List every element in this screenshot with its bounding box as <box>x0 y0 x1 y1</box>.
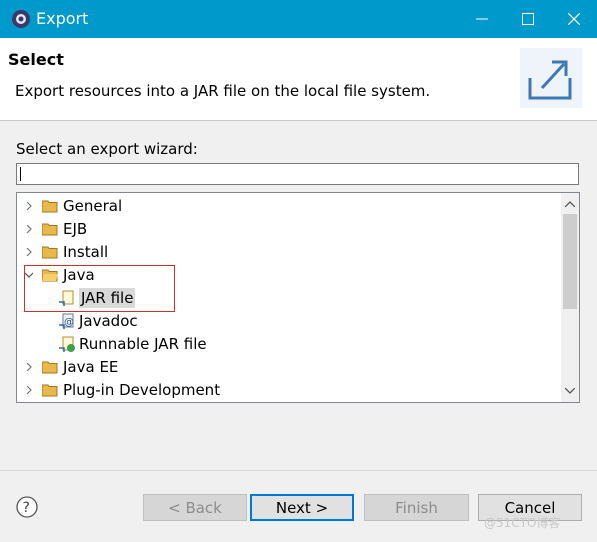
chevron-down-icon <box>565 388 575 394</box>
tree-item-label: EJB <box>63 220 88 238</box>
folder-icon <box>42 200 58 213</box>
chevron-right-icon[interactable] <box>23 246 35 258</box>
wizard-tree[interactable]: General EJB Install Java JAR file @ Java… <box>16 192 580 403</box>
tree-item-ejb[interactable]: EJB <box>23 218 87 240</box>
tree-item-java-ee[interactable]: Java EE <box>23 356 118 378</box>
vertical-scrollbar[interactable] <box>561 193 579 402</box>
minimize-icon <box>476 18 488 20</box>
runnable-jar-icon <box>59 336 75 352</box>
tree-item-label: Plug-in Development <box>63 381 221 399</box>
text-caret <box>20 167 21 181</box>
help-icon[interactable]: ? <box>16 496 38 518</box>
chevron-up-icon <box>565 201 575 207</box>
scroll-down-button[interactable] <box>561 382 579 400</box>
chevron-right-icon[interactable] <box>23 384 35 396</box>
chevron-right-icon[interactable] <box>23 223 35 235</box>
page-description: Export resources into a JAR file on the … <box>15 82 431 100</box>
tree-item-label: General <box>63 197 123 215</box>
page-title: Select <box>8 50 64 69</box>
tree-item-javadoc[interactable]: @ Javadoc <box>59 310 138 332</box>
folder-icon <box>42 361 58 374</box>
maximize-icon <box>522 13 534 25</box>
wizard-header: Select Export resources into a JAR file … <box>0 38 597 121</box>
title-bar: Export <box>0 0 597 38</box>
tree-item-label: Runnable JAR file <box>79 335 207 353</box>
annotation-highlight-box <box>24 265 175 312</box>
scroll-thumb[interactable] <box>563 214 577 309</box>
tree-item-plugin-development[interactable]: Plug-in Development <box>23 379 220 401</box>
finish-button[interactable]: Finish <box>364 494 469 521</box>
export-icon <box>520 48 582 108</box>
tree-item-install[interactable]: Install <box>23 241 108 263</box>
gear-icon <box>12 10 30 28</box>
tree-item-label: Java EE <box>63 358 119 376</box>
footer-divider <box>0 470 597 471</box>
svg-text:@: @ <box>64 317 74 328</box>
filter-input[interactable] <box>16 163 579 185</box>
tree-item-label: Javadoc <box>79 312 138 330</box>
chevron-right-icon[interactable] <box>23 361 35 373</box>
javadoc-icon: @ <box>59 313 74 329</box>
svg-text:?: ? <box>23 500 30 516</box>
folder-icon <box>42 223 58 236</box>
close-button[interactable] <box>551 0 597 38</box>
wizard-label: Select an export wizard: <box>16 140 198 158</box>
chevron-right-icon[interactable] <box>23 200 35 212</box>
back-button[interactable]: < Back <box>143 494 247 521</box>
folder-icon <box>42 384 58 397</box>
watermark: @51CTO博客 <box>484 516 561 530</box>
tree-item-general[interactable]: General <box>23 195 122 217</box>
scroll-up-button[interactable] <box>561 195 579 213</box>
minimize-button[interactable] <box>459 0 505 38</box>
close-icon <box>568 13 580 25</box>
folder-icon <box>42 246 58 259</box>
window-title: Export <box>36 9 89 28</box>
maximize-button[interactable] <box>505 0 551 38</box>
tree-item-runnable-jar[interactable]: Runnable JAR file <box>59 333 207 355</box>
tree-item-label: Install <box>63 243 109 261</box>
next-button[interactable]: Next > <box>250 494 354 521</box>
